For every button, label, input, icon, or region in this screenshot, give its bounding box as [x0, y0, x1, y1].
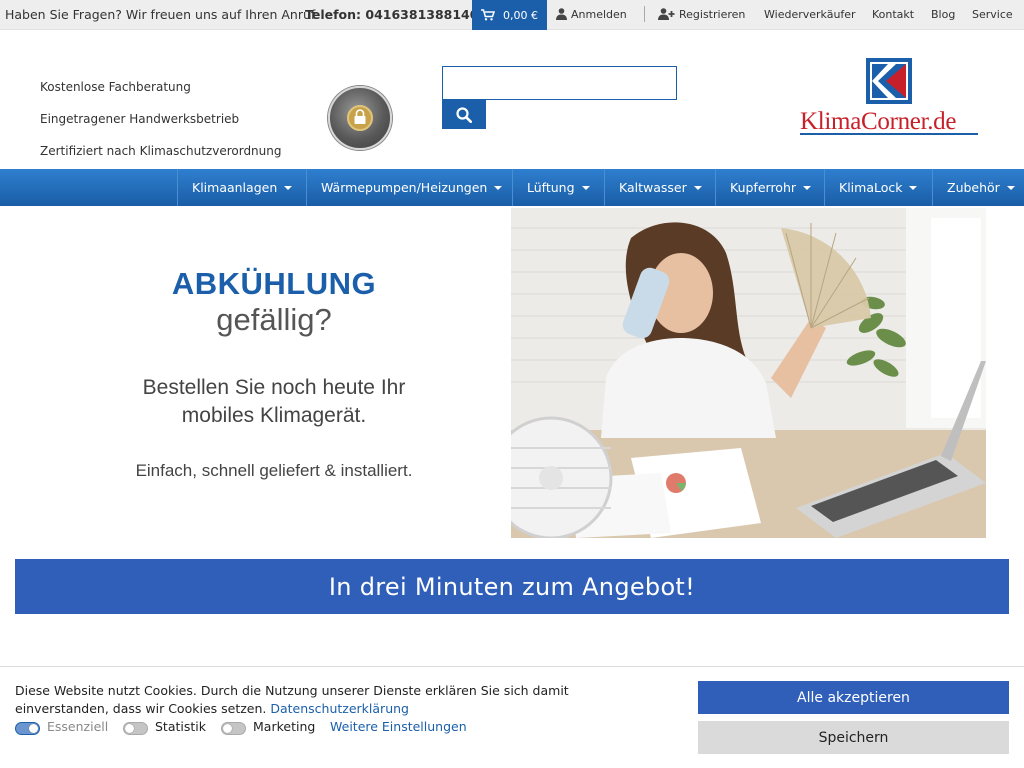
caret-down-icon — [581, 185, 590, 190]
login-link[interactable]: Anmelden — [556, 8, 627, 21]
nav-label: Wärmepumpen/Heizungen — [321, 180, 488, 195]
nav-item-klimaanlagen[interactable]: Klimaanlagen — [177, 169, 306, 206]
toggle-essential[interactable] — [15, 722, 40, 735]
nav-label: Lüftung — [527, 180, 575, 195]
logo-underline — [800, 133, 978, 135]
quote-cta-banner[interactable]: In drei Minuten zum Angebot! — [15, 559, 1009, 614]
hero-line-1: Bestellen Sie noch heute Ihr — [142, 376, 406, 399]
toggle-marketing[interactable] — [221, 722, 246, 735]
nav-label: Klimaanlagen — [192, 180, 278, 195]
caret-down-icon — [909, 185, 918, 190]
cart-total: 0,00 € — [503, 8, 538, 22]
logo-text[interactable]: KlimaCorner.de — [800, 108, 956, 136]
search-input[interactable] — [442, 66, 677, 100]
main-navigation: Klimaanlagen Wärmepumpen/Heizungen Lüftu… — [0, 169, 1024, 206]
contact-link[interactable]: Kontakt — [872, 8, 914, 21]
hero-title: ABKÜHLUNG — [171, 266, 377, 301]
register-label: Registrieren — [679, 8, 746, 21]
feature-certified: Zertifiziert nach Klimaschutzverordnung — [40, 144, 282, 158]
logo-mark-icon[interactable] — [866, 58, 912, 104]
toggle-statistics[interactable] — [123, 722, 148, 735]
feature-consulting: Kostenlose Fachberatung — [40, 80, 191, 94]
caret-down-icon — [803, 185, 812, 190]
nav-label: Zubehör — [947, 180, 1000, 195]
toggle-knob — [223, 724, 232, 733]
nav-label: Kaltwasser — [619, 180, 687, 195]
save-settings-button[interactable]: Speichern — [698, 721, 1009, 754]
caret-down-icon — [1006, 185, 1015, 190]
accept-all-button[interactable]: Alle akzeptieren — [698, 681, 1009, 714]
top-bar: Haben Sie Fragen? Wir freuen uns auf Ihr… — [0, 0, 1024, 30]
search-icon — [456, 106, 472, 123]
hero-line-3: Einfach, schnell geliefert & installiert… — [135, 461, 413, 480]
caret-down-icon — [494, 185, 503, 190]
hero-subtitle: gefällig? — [216, 302, 332, 337]
nav-item-zubehoer[interactable]: Zubehör — [932, 169, 1024, 206]
nav-label: Kupferrohr — [730, 180, 797, 195]
nav-item-klimalock[interactable]: KlimaLock — [824, 169, 932, 206]
cart-button[interactable]: 0,00 € — [472, 0, 547, 30]
secure-shopping-badge — [328, 86, 392, 150]
nav-item-kaltwasser[interactable]: Kaltwasser — [604, 169, 715, 206]
user-icon — [556, 8, 567, 20]
lock-icon — [354, 109, 366, 124]
divider — [644, 6, 645, 22]
privacy-link[interactable]: Datenschutzerklärung — [270, 701, 409, 716]
cart-icon — [481, 9, 495, 21]
reseller-link[interactable]: Wiederverkäufer — [764, 8, 856, 21]
more-settings-link[interactable]: Weitere Einstellungen — [330, 719, 467, 734]
cookie-notice: Diese Website nutzt Cookies. Durch die N… — [15, 682, 655, 718]
nav-label: KlimaLock — [839, 180, 903, 195]
toggle-knob — [29, 724, 38, 733]
phone-number[interactable]: Telefon: 0416381388140 — [305, 7, 478, 22]
caret-down-icon — [693, 185, 702, 190]
register-link[interactable]: Registrieren — [658, 8, 745, 21]
toggle-knob — [125, 724, 134, 733]
nav-item-kupferrohr[interactable]: Kupferrohr — [715, 169, 824, 206]
nav-item-waermepumpen[interactable]: Wärmepumpen/Heizungen — [306, 169, 512, 206]
search-button[interactable] — [442, 100, 486, 129]
toggle-marketing-label: Marketing — [253, 719, 316, 734]
feature-craft-business: Eingetragener Handwerksbetrieb — [40, 112, 240, 126]
hero-photo-woman-with-fan — [511, 208, 986, 538]
contact-question: Haben Sie Fragen? Wir freuen uns auf Ihr… — [5, 7, 319, 22]
user-plus-icon — [658, 8, 675, 20]
caret-down-icon — [284, 185, 293, 190]
login-label: Anmelden — [571, 8, 627, 21]
service-link[interactable]: Service — [972, 8, 1013, 21]
toggle-statistics-label: Statistik — [155, 719, 206, 734]
blog-link[interactable]: Blog — [931, 8, 955, 21]
toggle-essential-label: Essenziell — [47, 719, 109, 734]
nav-item-lueftung[interactable]: Lüftung — [512, 169, 604, 206]
hero-line-2: mobiles Klimagerät. — [181, 404, 367, 427]
